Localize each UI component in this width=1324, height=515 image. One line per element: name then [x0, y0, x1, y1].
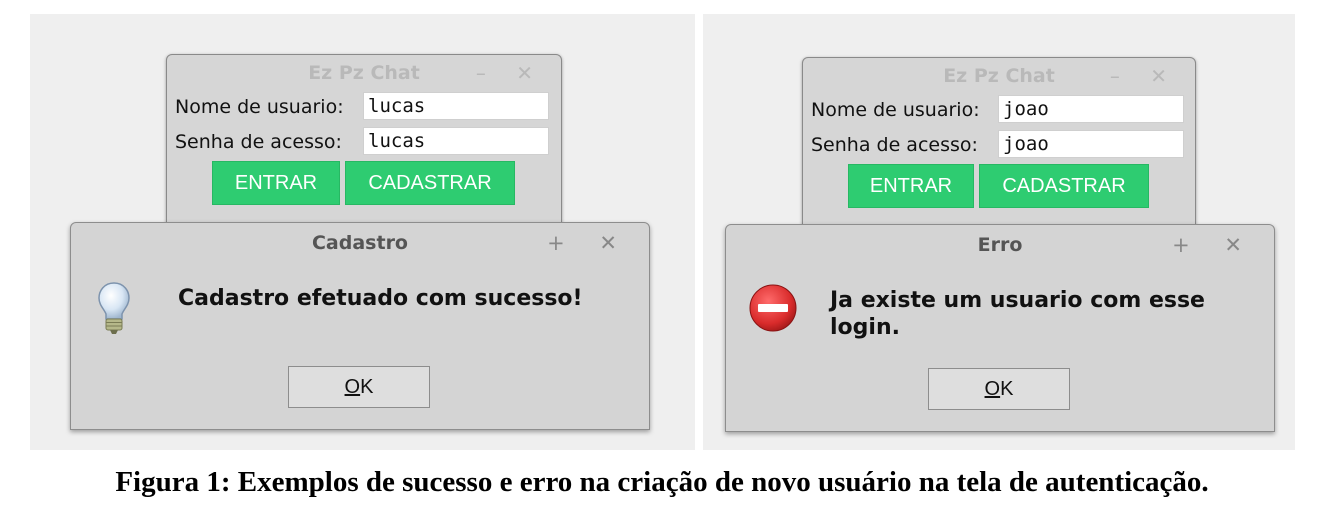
login-titlebar: Ez Pz Chat – ✕: [803, 58, 1195, 94]
username-input[interactable]: [998, 95, 1184, 123]
dialog-window-controls[interactable]: + ✕: [547, 223, 631, 263]
buttons-row: ENTRAR CADASTRAR: [803, 164, 1195, 214]
window-controls[interactable]: – ✕: [1110, 58, 1179, 94]
dialog-window-controls[interactable]: + ✕: [1172, 225, 1256, 265]
enter-button[interactable]: ENTRAR: [848, 164, 974, 208]
register-button[interactable]: CADASTRAR: [345, 161, 515, 205]
ok-button[interactable]: OK: [288, 366, 430, 408]
password-row: Senha de acesso:: [803, 129, 1195, 164]
password-row: Senha de acesso:: [167, 126, 561, 161]
ok-mnemonic: O: [984, 378, 1001, 400]
dialog-titlebar: Erro + ✕: [726, 225, 1274, 265]
password-input[interactable]: [998, 130, 1184, 158]
figure-caption: Figura 1: Exemplos de sucesso e erro na …: [115, 466, 1209, 498]
error-stop-icon: [749, 284, 797, 332]
password-label: Senha de acesso:: [811, 134, 978, 156]
message-dialog: Erro + ✕ Ja existe um usuario com esse l…: [725, 224, 1275, 432]
window-title: Ez Pz Chat: [943, 65, 1055, 87]
ok-button[interactable]: OK: [928, 368, 1070, 410]
enter-button[interactable]: ENTRAR: [212, 161, 340, 205]
left-screenshot-panel: Ez Pz Chat – ✕ Nome de usuario: Senha de…: [30, 14, 695, 450]
username-row: Nome de usuario:: [803, 94, 1195, 129]
dialog-message: Cadastro efetuado com sucesso!: [178, 286, 583, 311]
username-label: Nome de usuario:: [811, 99, 980, 121]
username-label: Nome de usuario:: [175, 96, 344, 118]
dialog-titlebar: Cadastro + ✕: [71, 223, 649, 263]
login-titlebar: Ez Pz Chat – ✕: [167, 55, 561, 91]
login-window: Ez Pz Chat – ✕ Nome de usuario: Senha de…: [166, 54, 562, 231]
window-controls[interactable]: – ✕: [476, 55, 545, 91]
register-button[interactable]: CADASTRAR: [979, 164, 1149, 208]
lightbulb-icon: [98, 282, 130, 334]
buttons-row: ENTRAR CADASTRAR: [167, 161, 561, 211]
right-screenshot-panel: Ez Pz Chat – ✕ Nome de usuario: Senha de…: [703, 14, 1295, 450]
ok-mnemonic: O: [344, 376, 361, 398]
dialog-title: Cadastro: [311, 232, 408, 254]
ok-label-rest: K: [1000, 378, 1014, 400]
username-row: Nome de usuario:: [167, 91, 561, 126]
dialog-message: Ja existe um usuario com esse login.: [830, 288, 1205, 340]
window-title: Ez Pz Chat: [308, 62, 420, 84]
username-input[interactable]: [363, 92, 549, 120]
message-dialog: Cadastro + ✕ Cadastro efetuado com suces…: [70, 222, 650, 430]
dialog-title: Erro: [977, 234, 1023, 256]
password-label: Senha de acesso:: [175, 131, 342, 153]
login-window: Ez Pz Chat – ✕ Nome de usuario: Senha de…: [802, 57, 1196, 236]
ok-label-rest: K: [360, 376, 374, 398]
password-input[interactable]: [363, 127, 549, 155]
